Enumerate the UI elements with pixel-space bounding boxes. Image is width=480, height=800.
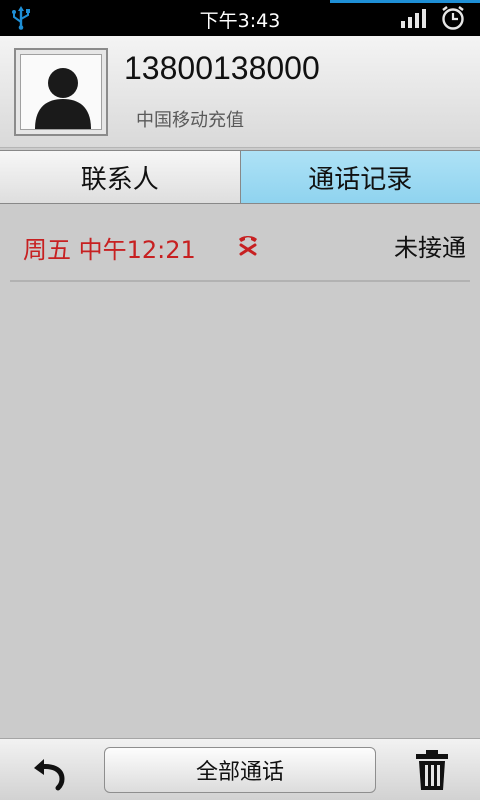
call-log-row[interactable]: 周五 中午12:21 未接通: [10, 206, 470, 282]
tab-bar: 联系人 通话记录: [0, 150, 480, 204]
call-log-list: 周五 中午12:21 未接通: [0, 206, 480, 282]
contact-header: 13800138000 中国移动充值: [0, 36, 480, 148]
back-arrow-icon[interactable]: [30, 751, 70, 791]
tab-contacts[interactable]: 联系人: [0, 151, 240, 203]
call-filter-button[interactable]: 全部通话: [104, 747, 376, 793]
alarm-clock-icon: [442, 6, 464, 30]
person-icon: [35, 68, 91, 129]
avatar[interactable]: [14, 48, 108, 136]
tab-call-log[interactable]: 通话记录: [239, 151, 480, 203]
trash-icon[interactable]: [414, 749, 450, 791]
contact-operator-label[interactable]: 中国移动充值: [136, 106, 244, 132]
avatar-inner: [20, 54, 102, 130]
status-bar: 下午3:43: [0, 0, 480, 36]
bottom-toolbar: 全部通话: [0, 738, 480, 800]
contact-phone-number: 13800138000: [124, 50, 320, 86]
call-status: 未接通: [394, 234, 466, 262]
signal-icon: [401, 9, 426, 28]
call-time: 周五 中午12:21: [23, 236, 196, 264]
status-accent-line: [330, 0, 480, 3]
missed-call-icon: [239, 236, 257, 256]
